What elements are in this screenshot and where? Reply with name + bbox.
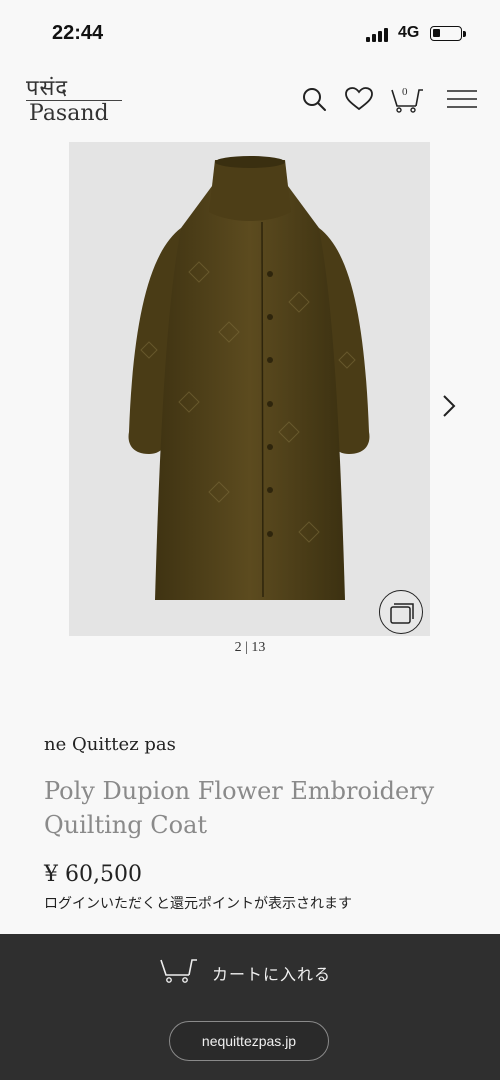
product-image[interactable] (69, 142, 430, 636)
site-link-pill[interactable]: nequittezpas.jp (169, 1021, 329, 1061)
add-to-cart-label: カートに入れる (212, 967, 332, 984)
pasand-logo[interactable]: पसंद Pasand (26, 72, 126, 128)
coat-illustration (69, 142, 430, 636)
add-to-cart-button[interactable]: カートに入れる (0, 934, 500, 1006)
logo-latin-text: Pasand (29, 101, 109, 126)
gallery-icon (390, 603, 414, 624)
signal-icon (366, 26, 392, 42)
gallery-view-button[interactable] (379, 590, 423, 634)
product-title: Poly Dupion Flower Embroidery Quilting C… (44, 777, 435, 839)
battery-tip (463, 31, 466, 37)
status-bar: 22:44 4G (0, 0, 500, 66)
bottom-bar: カートに入れる nequittezpas.jp (0, 934, 500, 1080)
next-image-arrow[interactable] (438, 390, 460, 422)
logo-hindi-text: पसंद (26, 76, 69, 101)
cart-icon (160, 959, 197, 983)
points-note: ログインいただくと還元ポイントが表示されます (44, 895, 352, 911)
menu-icon[interactable] (445, 82, 479, 116)
brand-name[interactable]: ne Quittez pas (44, 734, 176, 755)
product-price: ¥ 60,500 (44, 862, 142, 887)
image-page-indicator: 2 | 13 (234, 640, 266, 655)
network-label: 4G (398, 24, 420, 41)
search-icon[interactable] (298, 82, 332, 116)
battery-icon (430, 26, 462, 41)
heart-icon[interactable] (342, 82, 376, 116)
status-time: 22:44 (52, 22, 104, 44)
cart-count: 0 (402, 86, 408, 98)
